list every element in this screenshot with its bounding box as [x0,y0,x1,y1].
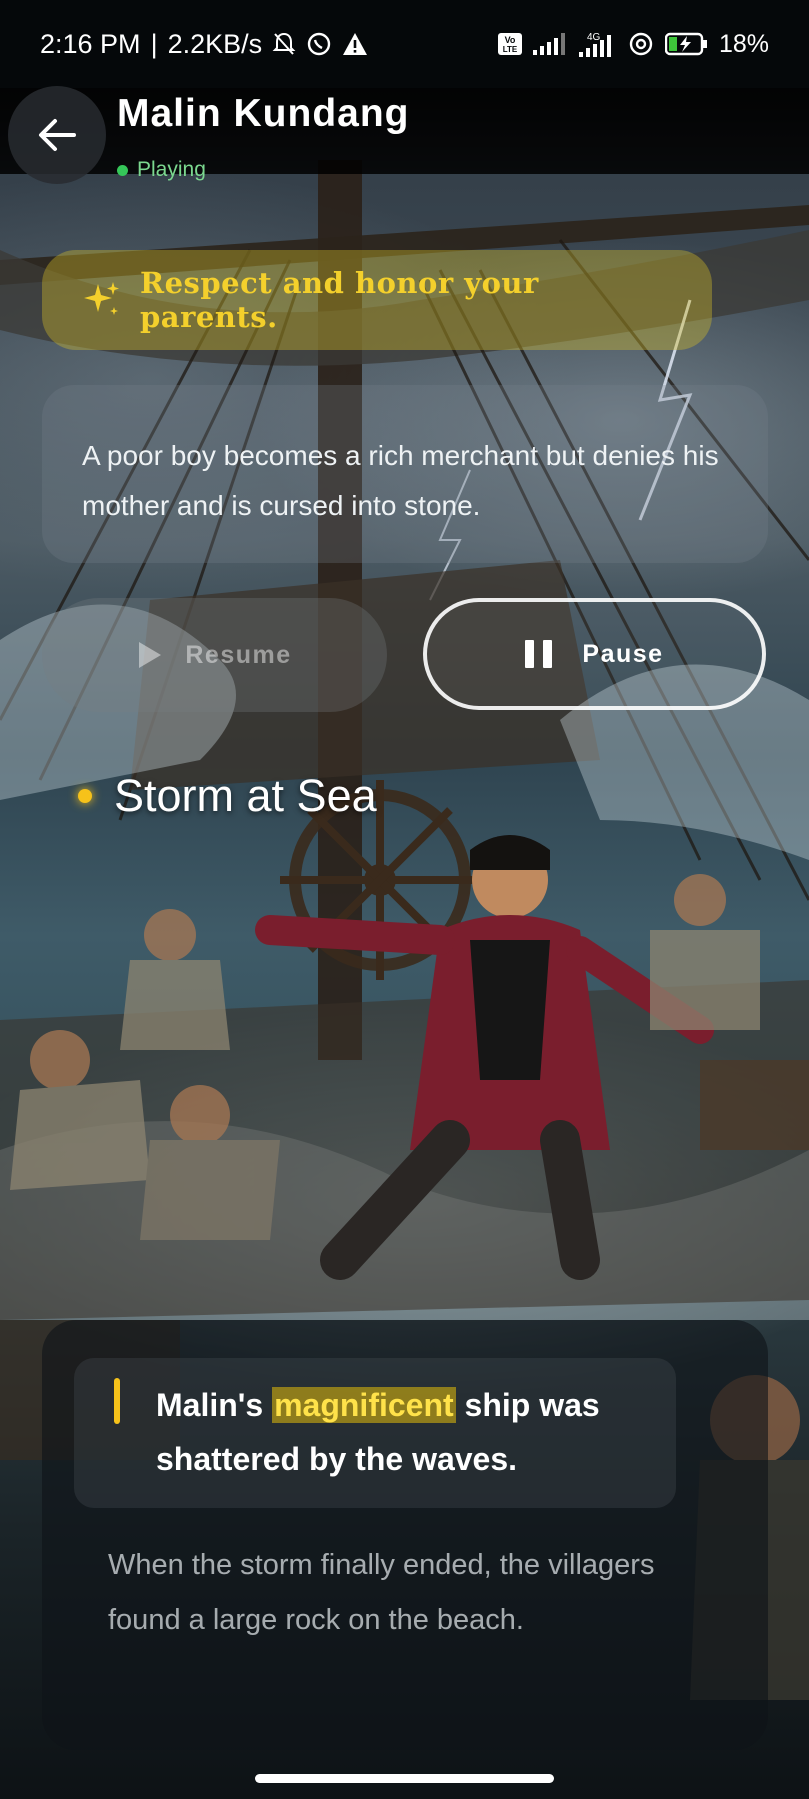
playback-status-label: Playing [137,158,206,181]
resume-button[interactable]: Resume [42,598,387,712]
pause-label: Pause [582,639,664,668]
next-narration-line: When the storm finally ended, the villag… [108,1549,655,1636]
highlighted-word: magnificent [272,1387,456,1423]
mute-bell-icon [272,31,296,57]
status-time: 2:16 PM [40,28,141,59]
signal-icon [532,32,567,56]
status-right: Vo LTE 4G 18% [497,30,769,59]
svg-text:Vo: Vo [505,35,516,45]
battery-charging-icon [664,32,709,56]
volte-icon: Vo LTE [497,32,523,56]
current-line-marker [114,1378,120,1424]
status-dot [117,164,128,176]
back-button[interactable] [8,86,106,184]
playback-status: Playing [117,158,206,182]
status-separator: | [150,28,158,59]
status-bar: 2:16 PM | 2.2KB/s Vo LTE 4G 18% [0,0,809,88]
battery-percent: 18% [718,29,769,58]
pause-icon [525,640,553,668]
scene-dot [78,789,92,803]
current-line-start: Malin's [156,1387,273,1423]
hotspot-icon [627,31,655,57]
status-left: 2:16 PM | 2.2KB/s [40,29,368,60]
svg-text:LTE: LTE [503,45,518,54]
sparkle-icon [82,280,122,320]
current-narration-line: Malin's magnificent ship was shattered b… [156,1378,676,1486]
play-icon [137,640,163,670]
story-title: Malin Kundang [117,92,410,135]
status-network-speed: 2.2KB/s [167,28,263,59]
resume-label: Resume [185,640,292,669]
warning-icon [342,32,368,56]
signal-4g-icon: 4G [577,30,617,58]
arrow-left-icon [38,118,76,152]
scene-heading: Storm at Sea [78,770,377,822]
whatsapp-icon [306,31,332,57]
summary-card: A poor boy becomes a rich merchant but d… [42,385,768,563]
moral-text: Respect and honor your parents. [140,266,539,334]
moral-banner: Respect and honor your parents. [42,250,712,350]
pause-button[interactable]: Pause [423,598,766,710]
summary-text: A poor boy becomes a rich merchant but d… [82,440,719,521]
home-indicator[interactable] [255,1774,554,1783]
svg-text:4G: 4G [587,32,601,43]
scene-title: Storm at Sea [114,770,377,821]
